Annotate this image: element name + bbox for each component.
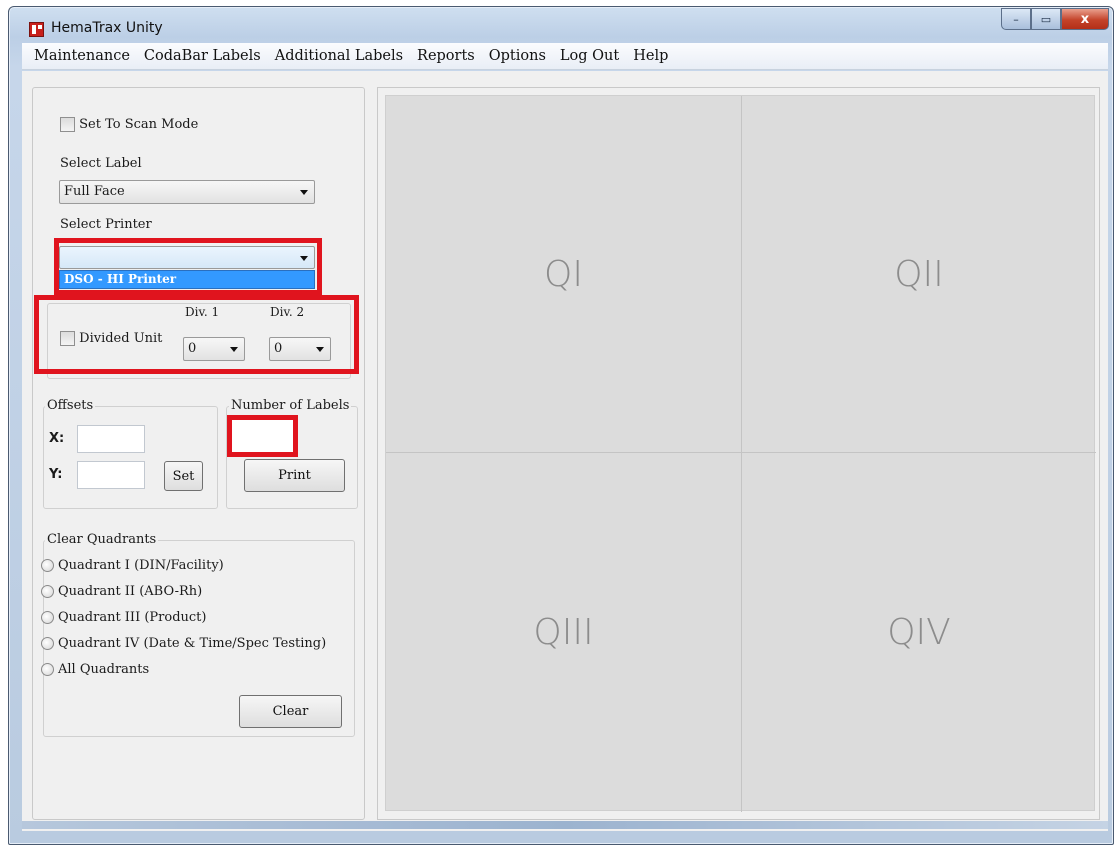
quadrant-1[interactable]: QI [386,96,742,453]
window-title: HemaTrax Unity [51,20,163,36]
divided-unit-label: Divided Unit [79,331,163,346]
offset-y-label: Y: [49,467,63,482]
taskbar-strip [22,821,1108,829]
scan-mode-checkbox[interactable] [60,117,75,132]
radio-label: Quadrant IV (Date & Time/Spec Testing) [58,636,327,651]
offset-x-input[interactable] [77,425,145,453]
div2-value: 0 [274,341,283,356]
menu-reports[interactable]: Reports [410,48,482,64]
menu-help[interactable]: Help [626,48,675,64]
chevron-down-icon [300,256,308,261]
radio-button [41,611,54,624]
radio-button [41,585,54,598]
maximize-button[interactable]: ▭ [1031,8,1061,30]
number-of-labels-input[interactable] [231,419,295,453]
div1-label: Div. 1 [185,305,220,319]
window-controls: – ▭ x [1001,8,1109,30]
offset-x-label: X: [49,431,65,446]
div1-value: 0 [188,341,197,356]
close-button[interactable]: x [1061,8,1109,30]
offset-y-input[interactable] [77,461,145,489]
radio-all-quadrants[interactable]: All Quadrants [41,662,149,677]
clear-button[interactable]: Clear [239,695,342,728]
menu-codabar-labels[interactable]: CodaBar Labels [137,48,268,64]
radio-quadrant-3[interactable]: Quadrant III (Product) [41,610,206,625]
quadrant-3[interactable]: QIII [386,453,742,812]
maximize-icon: ▭ [1040,12,1052,26]
print-button[interactable]: Print [244,459,345,492]
radio-label: Quadrant I (DIN/Facility) [58,558,224,573]
radio-quadrant-1[interactable]: Quadrant I (DIN/Facility) [41,558,224,573]
quadrant-2[interactable]: QII [742,96,1096,453]
radio-label: All Quadrants [58,662,150,677]
radio-button [41,559,54,572]
divided-unit-row: Divided Unit [60,331,162,346]
select-label-heading: Select Label [60,156,142,171]
select-label-value: Full Face [64,184,125,199]
label-preview-panel: QI QII QIII QIV [377,87,1100,820]
div2-dropdown[interactable]: 0 [269,337,331,361]
chevron-down-icon [316,347,324,352]
radio-quadrant-2[interactable]: Quadrant II (ABO-Rh) [41,584,202,599]
divided-unit-checkbox[interactable] [60,331,75,346]
quadrant-grid: QI QII QIII QIV [385,95,1096,812]
select-printer-dropdown[interactable] [59,246,315,269]
scan-mode-row: Set To Scan Mode [60,117,198,132]
label-settings-panel: Set To Scan Mode Select Label Full Face … [32,87,365,820]
radio-label: Quadrant II (ABO-Rh) [58,584,203,599]
radio-quadrant-4[interactable]: Quadrant IV (Date & Time/Spec Testing) [41,636,326,651]
radio-label: Quadrant III (Product) [58,610,207,625]
client-area: Set To Scan Mode Select Label Full Face … [22,71,1108,831]
minimize-button[interactable]: – [1001,8,1031,30]
quadrant-4[interactable]: QIV [742,453,1096,812]
radio-button [41,637,54,650]
minimize-icon: – [1013,12,1019,26]
select-label-dropdown[interactable]: Full Face [59,180,315,204]
clear-quadrants-title: Clear Quadrants [45,532,159,547]
chevron-down-icon [230,347,238,352]
offsets-group [43,406,218,509]
number-of-labels-title: Number of Labels [229,398,352,413]
menu-additional-labels[interactable]: Additional Labels [268,48,410,64]
menu-maintenance[interactable]: Maintenance [27,48,137,64]
app-logo-icon [29,22,44,37]
offsets-title: Offsets [45,398,96,413]
chevron-down-icon [300,190,308,195]
radio-button [41,663,54,676]
div1-dropdown[interactable]: 0 [183,337,245,361]
select-printer-heading: Select Printer [60,217,152,232]
printer-option[interactable]: DSO - HI Printer [59,270,315,289]
div2-label: Div. 2 [270,305,305,319]
close-icon: x [1080,11,1090,27]
menu-options[interactable]: Options [482,48,553,64]
set-offsets-button[interactable]: Set [164,461,203,491]
scan-mode-label: Set To Scan Mode [79,117,199,132]
menu-log-out[interactable]: Log Out [553,48,626,64]
menu-bar: Maintenance CodaBar Labels Additional La… [22,43,1108,70]
